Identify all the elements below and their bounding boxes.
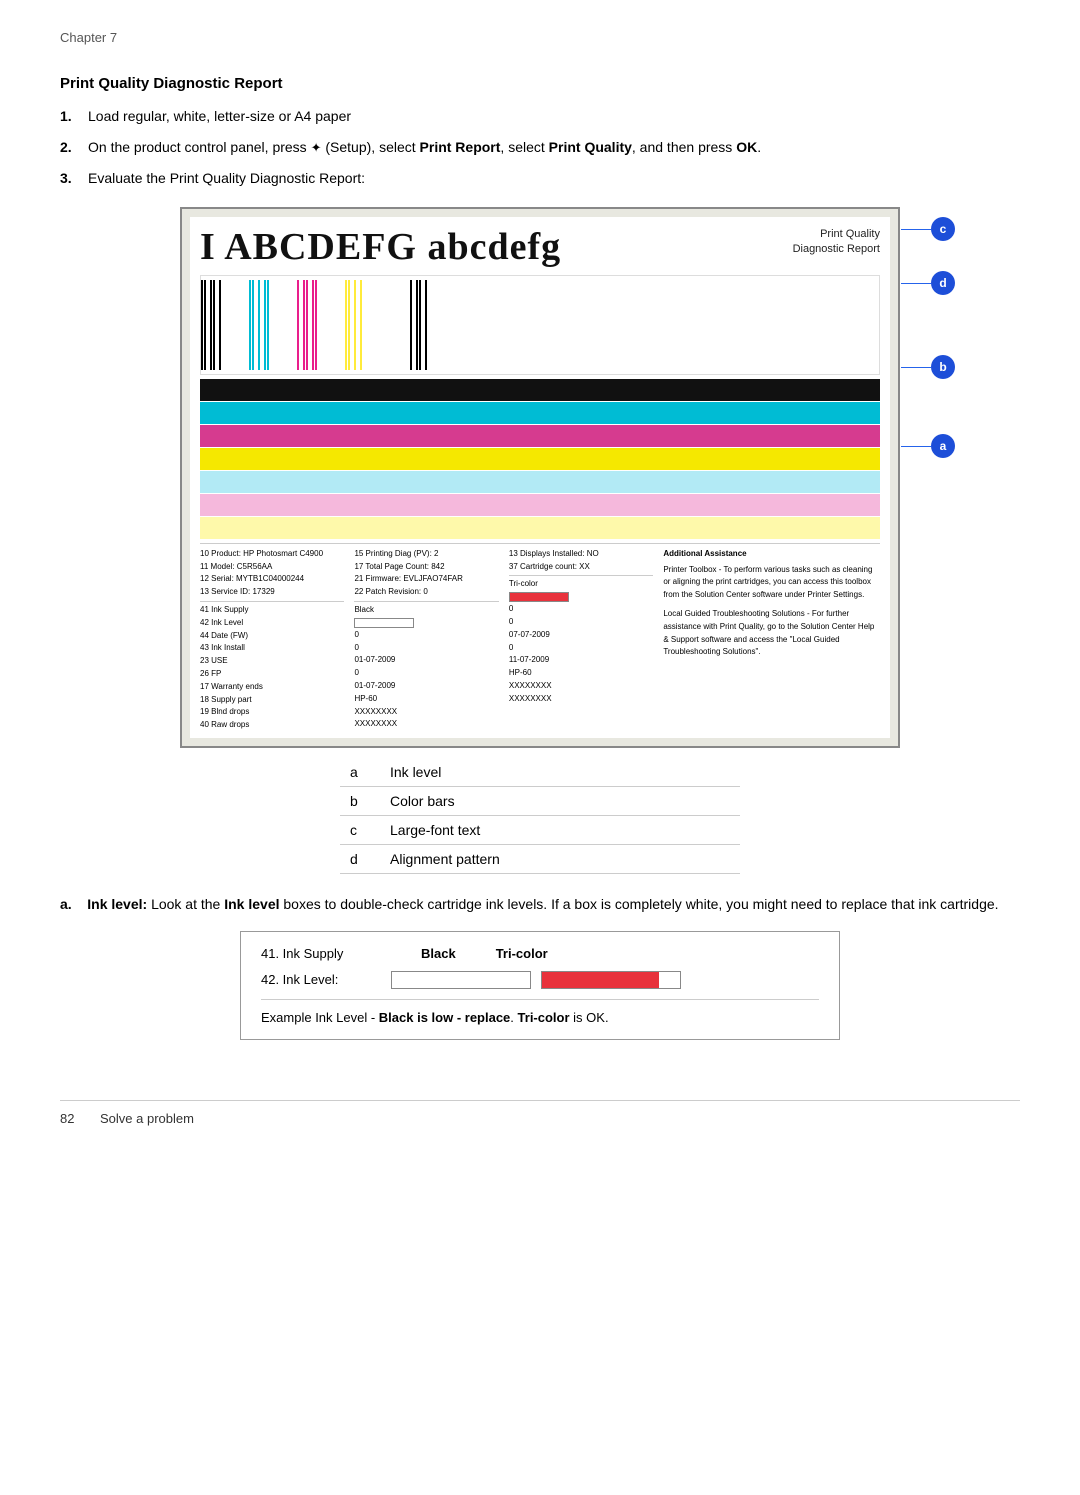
step-3-text: Evaluate the Print Quality Diagnostic Re… [88, 168, 1020, 189]
legend-key-d: d [340, 844, 380, 873]
ok-bold: OK [736, 139, 757, 155]
ink-bar-black-fill [392, 972, 530, 988]
section-a-desc1: Look at the [151, 896, 224, 912]
label-b-row: b [901, 355, 955, 379]
alignment-pattern-area [200, 275, 880, 375]
legend-label-d: Alignment pattern [380, 844, 740, 873]
label-a-row: a [901, 434, 955, 458]
info-col-3: 13 Displays Installed: NO 37 Cartridge c… [509, 548, 653, 732]
color-bar-light-cyan [200, 471, 880, 493]
step-3-num: 3. [60, 168, 88, 189]
section-a: a. Ink level: Look at the Ink level boxe… [60, 894, 1020, 915]
report-title-line2: Diagnostic Report [793, 242, 880, 257]
color-bar-cyan [200, 402, 880, 424]
ink-col-tricolor: Tri-color [496, 946, 548, 961]
label-a-circle: a [931, 434, 955, 458]
setup-icon: ✦ [311, 140, 322, 155]
label-d-row: d [901, 271, 955, 295]
report-large-text: I ABCDEFG abcdefg [200, 227, 561, 269]
label-d-line [901, 283, 931, 284]
legend-key-a: a [340, 758, 380, 787]
info-col-2: 15 Printing Diag (PV): 2 17 Total Page C… [354, 548, 498, 732]
section-a-title: a. Ink level: Look at the Ink level boxe… [60, 894, 1020, 915]
ink-level-header: 41. Ink Supply Black Tri-color [261, 946, 819, 961]
step-1-text: Load regular, white, letter-size or A4 p… [88, 106, 1020, 127]
page-solve-label: Solve a problem [100, 1111, 194, 1126]
ink-level-row: 42. Ink Level: [261, 971, 819, 989]
report-title-line1: Print Quality [793, 227, 880, 242]
ink-bar-tricolor-fill [542, 972, 659, 988]
steps-list: 1. Load regular, white, letter-size or A… [60, 106, 1020, 189]
color-bar-light-yellow [200, 517, 880, 539]
step-1: 1. Load regular, white, letter-size or A… [60, 106, 1020, 127]
info-col-4: Additional Assistance Printer Toolbox - … [663, 548, 880, 732]
ink-bar-tricolor [541, 971, 681, 989]
label-d-circle: d [931, 271, 955, 295]
legend-table: a Ink level b Color bars c Large-font te… [340, 758, 740, 874]
print-quality-bold: Print Quality [549, 139, 632, 155]
info-col-1: 10 Product: HP Photosmart C4900 11 Model… [200, 548, 344, 732]
label-b-line [901, 367, 931, 368]
report-info-table: 10 Product: HP Photosmart C4900 11 Model… [200, 543, 880, 732]
color-bar-yellow [200, 448, 880, 470]
report-header: I ABCDEFG abcdefg Print Quality Diagnost… [200, 227, 880, 269]
label-c-row: c [901, 217, 955, 241]
example-suffix: is OK. [570, 1010, 609, 1025]
step-1-num: 1. [60, 106, 88, 127]
footer: 82 Solve a problem [60, 1100, 1020, 1126]
legend-row-c: c Large-font text [340, 815, 740, 844]
align-group-black-2 [410, 280, 427, 370]
label-b-circle: b [931, 355, 955, 379]
color-bars-section [200, 379, 880, 539]
example-mid: . [510, 1010, 517, 1025]
print-report-bold: Print Report [420, 139, 501, 155]
step-2-text: On the product control panel, press ✦ (S… [88, 137, 1020, 158]
legend-label-a: Ink level [380, 758, 740, 787]
legend-row-d: d Alignment pattern [340, 844, 740, 873]
ink-level-bold: Ink level: [87, 896, 147, 912]
legend-label-c: Large-font text [380, 815, 740, 844]
legend-row-b: b Color bars [340, 786, 740, 815]
section-a-label: a. [60, 896, 72, 912]
color-bar-black [200, 379, 880, 401]
legend-key-b: b [340, 786, 380, 815]
legend-row-a: a Ink level [340, 758, 740, 787]
align-group-magenta [297, 280, 317, 370]
align-group-cyan [249, 280, 269, 370]
legend-key-c: c [340, 815, 380, 844]
color-bar-light-magenta [200, 494, 880, 516]
report-title-block: Print Quality Diagnostic Report [793, 227, 880, 258]
ink-col-black: Black [421, 946, 456, 961]
report-inner: I ABCDEFG abcdefg Print Quality Diagnost… [190, 217, 890, 738]
legend-label-b: Color bars [380, 786, 740, 815]
ink-bar-black [391, 971, 531, 989]
page-number: 82 [60, 1111, 100, 1126]
color-bar-magenta [200, 425, 880, 447]
example-ink-text: Example Ink Level - Black is low - repla… [261, 999, 819, 1025]
report-wrapper: I ABCDEFG abcdefg Print Quality Diagnost… [180, 207, 900, 748]
ink-level-example-box: 41. Ink Supply Black Tri-color 42. Ink L… [240, 931, 840, 1040]
align-group-black [201, 280, 221, 370]
example-bold-2: Tri-color [518, 1010, 570, 1025]
align-group-yellow [345, 280, 362, 370]
example-bold-1: Black is low - replace [379, 1010, 511, 1025]
step-2-num: 2. [60, 137, 88, 158]
step-3: 3. Evaluate the Print Quality Diagnostic… [60, 168, 1020, 189]
section-a-desc2: boxes to double-check cartridge ink leve… [283, 896, 998, 912]
label-a-line [901, 446, 931, 447]
section-title: Print Quality Diagnostic Report [60, 75, 283, 92]
side-labels-container: c d b a [901, 217, 955, 468]
ink-level-inline-bold: Ink level [224, 896, 279, 912]
ink-supply-label: 41. Ink Supply [261, 946, 381, 961]
chapter-label: Chapter 7 [60, 30, 1020, 45]
label-c-circle: c [931, 217, 955, 241]
diagnostic-report-image: I ABCDEFG abcdefg Print Quality Diagnost… [180, 207, 900, 748]
label-c-line [901, 229, 931, 230]
example-prefix: Example Ink Level - [261, 1010, 379, 1025]
ink-level-label: 42. Ink Level: [261, 972, 381, 987]
step-2: 2. On the product control panel, press ✦… [60, 137, 1020, 158]
